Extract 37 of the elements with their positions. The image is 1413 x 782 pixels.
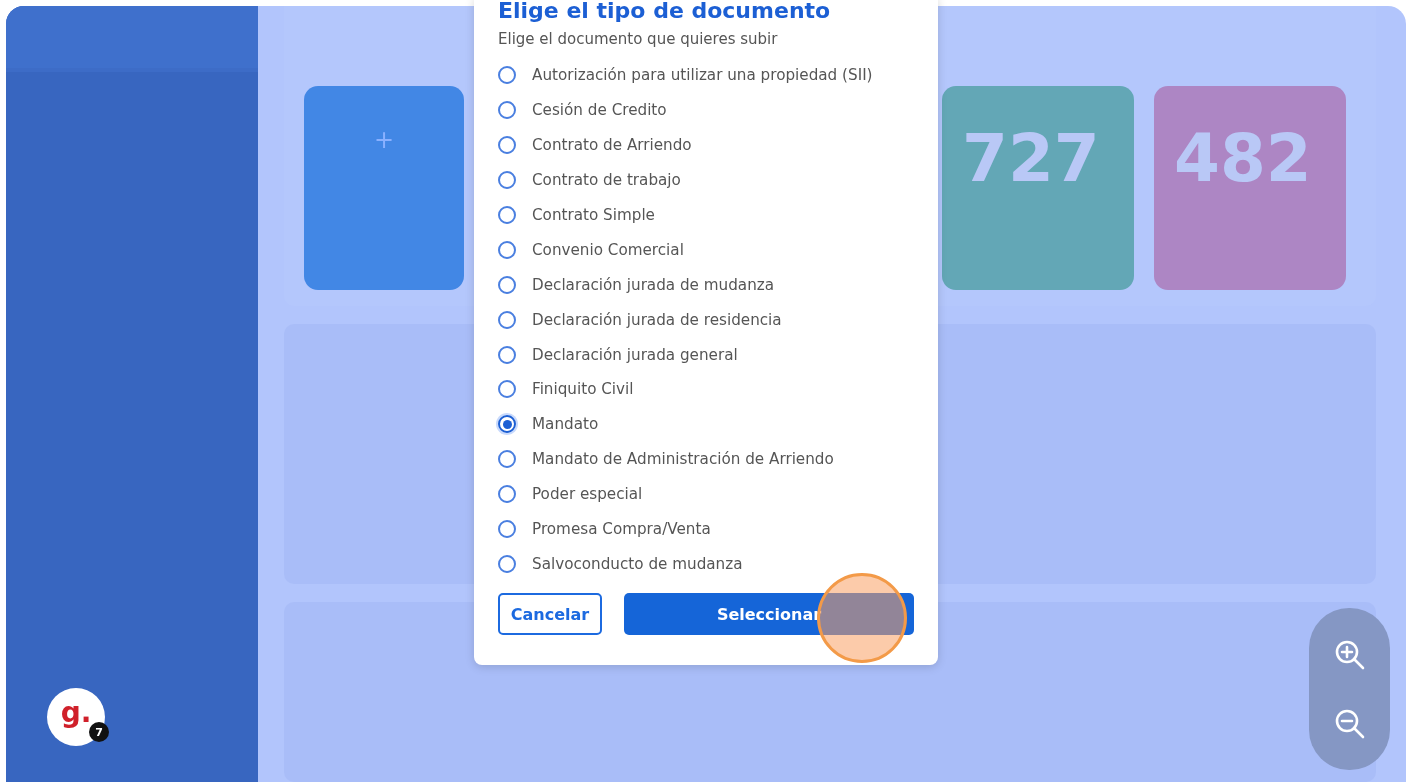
option-label[interactable]: Cesión de Credito <box>532 101 667 120</box>
radio-button[interactable] <box>498 206 516 224</box>
radio-button[interactable] <box>498 240 516 259</box>
radio-button[interactable] <box>498 310 516 329</box>
radio-button[interactable] <box>498 520 516 538</box>
option-label[interactable]: Contrato de Arriendo <box>532 136 692 155</box>
radio-button[interactable] <box>498 415 516 434</box>
option-label[interactable]: Contrato de trabajo <box>532 171 681 190</box>
option-label[interactable]: Convenio Comercial <box>532 240 684 259</box>
option-label[interactable]: Promesa Compra/Venta <box>532 520 711 538</box>
radio-button[interactable] <box>498 450 516 469</box>
radio-button[interactable] <box>498 275 516 294</box>
cancel-button[interactable]: Cancelar <box>498 593 602 636</box>
option-label[interactable]: Declaración jurada de residencia <box>532 310 782 329</box>
stat-value: 482 <box>1174 126 1313 192</box>
option-label[interactable]: Declaración jurada de mudanza <box>532 275 775 294</box>
option-label[interactable]: Mandato de Administración de Arriendo <box>532 450 834 469</box>
plus-sign: + <box>373 126 395 154</box>
radio-button[interactable] <box>498 66 516 85</box>
option-label[interactable]: Mandato <box>532 415 599 434</box>
stat-value: 727 <box>962 126 1101 192</box>
option-label[interactable]: Contrato Simple <box>532 206 655 224</box>
option-label[interactable]: Salvoconducto de mudanza <box>532 554 743 573</box>
radio-button[interactable] <box>498 485 516 504</box>
notification-count: 7 <box>89 722 109 742</box>
radio-button[interactable] <box>498 380 516 399</box>
option-label[interactable]: Poder especial <box>532 485 643 504</box>
radio-button[interactable] <box>498 136 516 155</box>
option-label[interactable]: Finiquito Civil <box>532 380 634 399</box>
option-label[interactable]: Declaración jurada general <box>532 345 738 364</box>
option-label[interactable]: Autorización para utilizar una propiedad (SII) <box>532 66 873 85</box>
radio-button[interactable] <box>498 554 516 573</box>
dialog-subtitle: Elige el documento que quieres subir <box>498 30 779 48</box>
dialog-title: Elige el tipo de documento <box>498 0 832 24</box>
radio-button[interactable] <box>498 345 516 364</box>
radio-button[interactable] <box>498 101 516 120</box>
radio-button[interactable] <box>498 171 516 190</box>
